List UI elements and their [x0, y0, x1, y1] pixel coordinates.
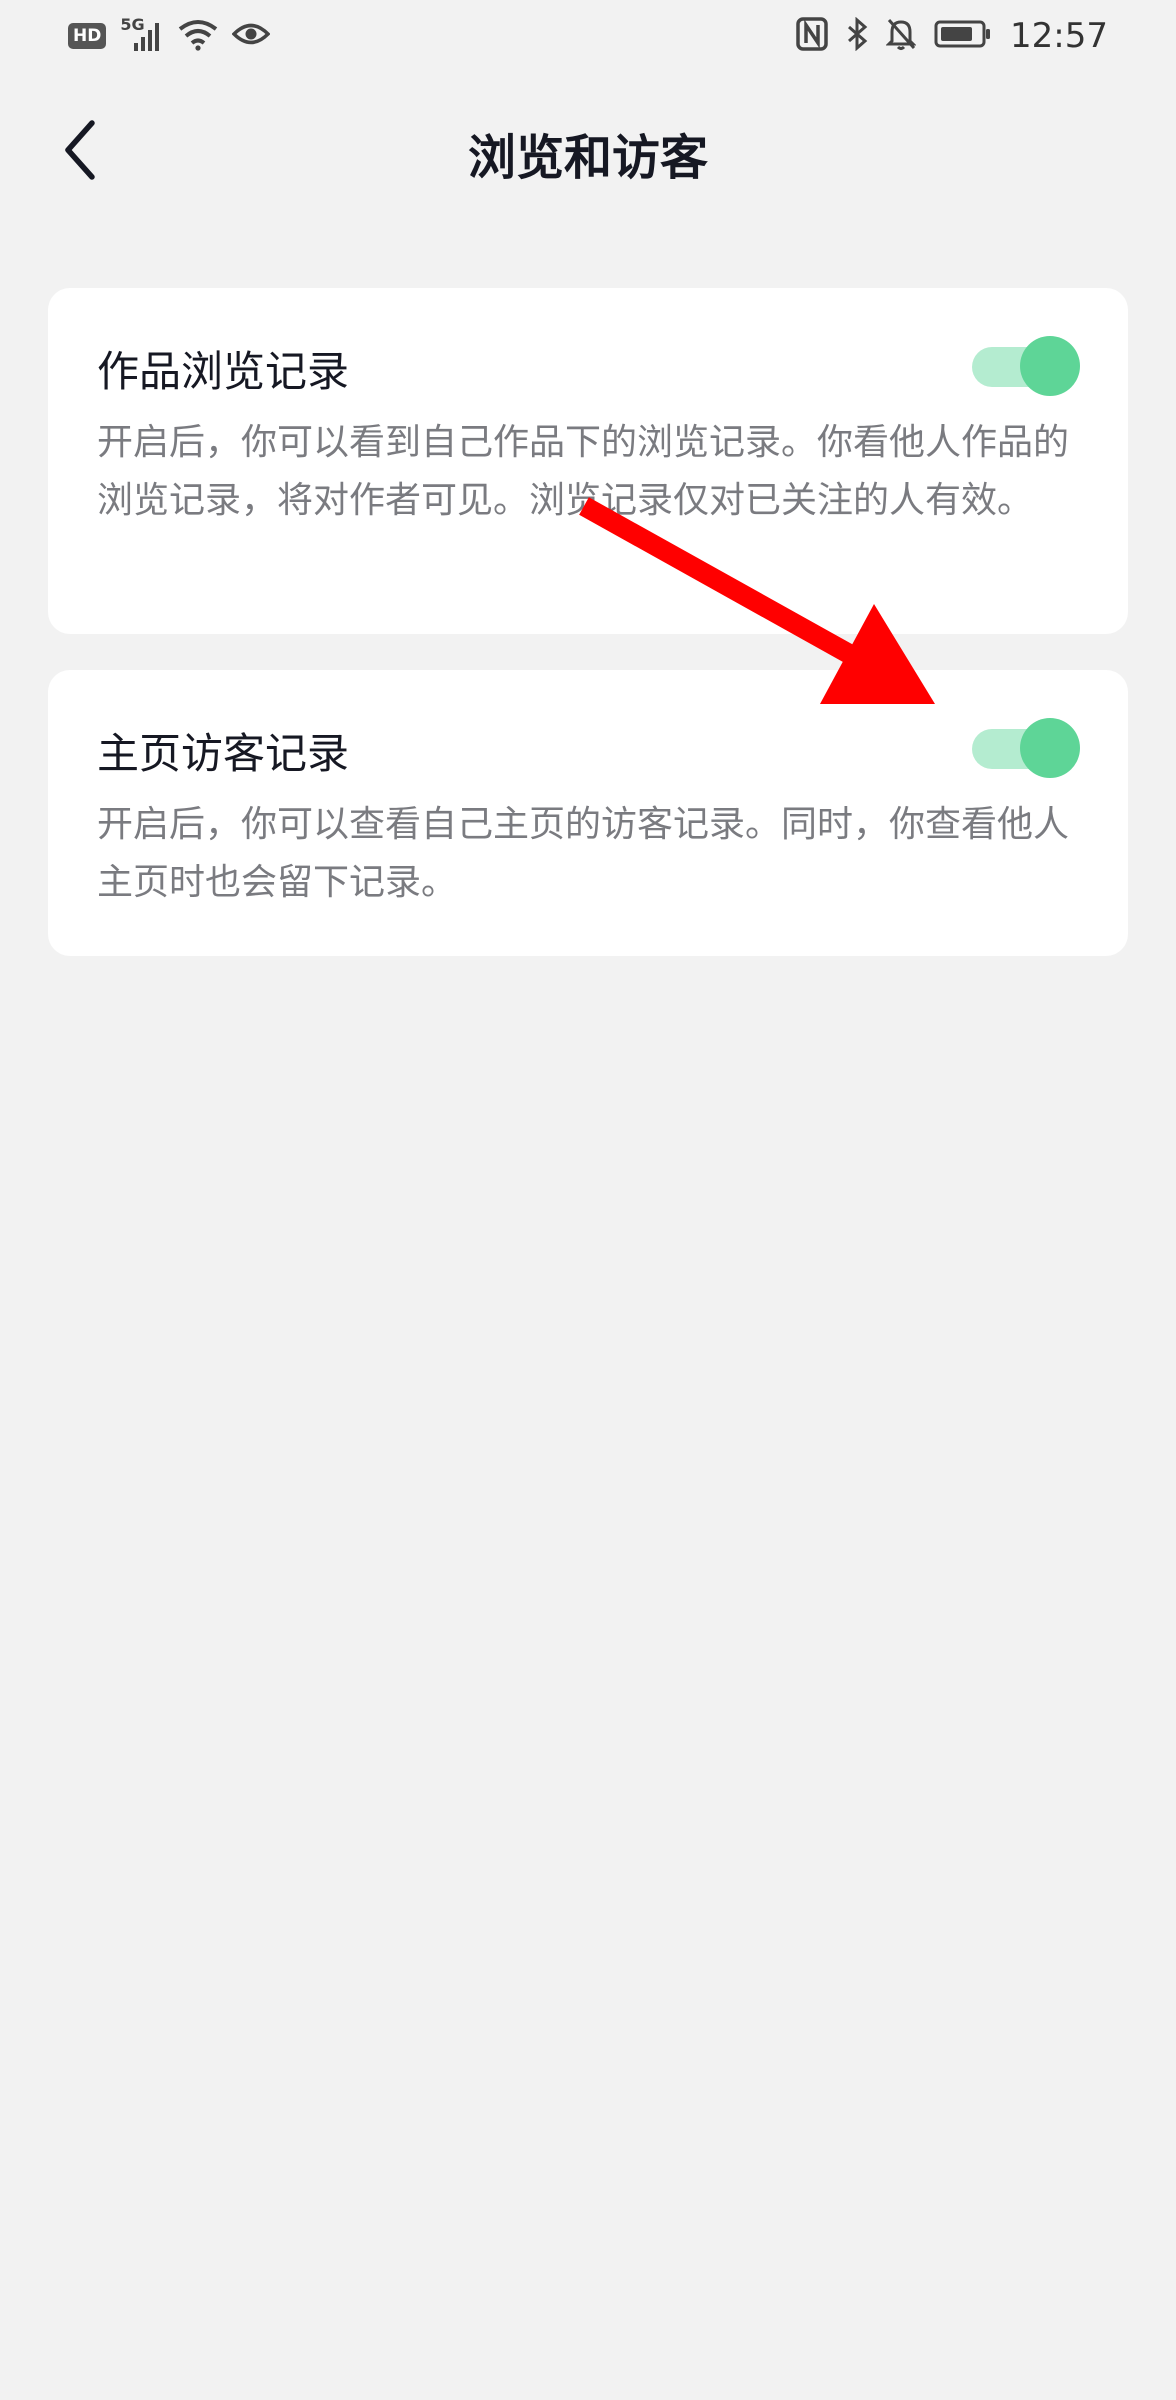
setting-card-work-views: 作品浏览记录 开启后，你可以看到自己作品下的浏览记录。你看他人作品的浏览记录，将… — [48, 288, 1128, 634]
page-header: 浏览和访客 — [0, 90, 1176, 210]
eye-icon — [231, 19, 271, 53]
status-bar: HD 5G 12:57 — [0, 0, 1176, 72]
setting-description: 开启后，你可以看到自己作品下的浏览记录。你看他人作品的浏览记录，将对作者可见。浏… — [97, 422, 1070, 521]
setting-description: 开启后，你可以查看自己主页的访客记录。同时，你查看他人主页时也会留下记录。 — [97, 804, 1070, 903]
status-right: 12:57 — [796, 14, 1108, 58]
setting-title: 作品浏览记录 — [97, 347, 350, 396]
status-time: 12:57 — [1010, 16, 1108, 56]
wifi-icon — [178, 17, 218, 55]
setting-card-profile-visitors: 主页访客记录 开启后，你可以查看自己主页的访客记录。同时，你查看他人主页时也会留… — [48, 670, 1128, 956]
status-left: HD 5G — [68, 14, 271, 58]
signal-icon: 5G — [120, 15, 164, 53]
profile-visitors-toggle[interactable] — [972, 718, 1080, 778]
setting-title: 主页访客记录 — [97, 729, 350, 778]
toggle-knob — [1020, 336, 1080, 396]
page-title: 浏览和访客 — [467, 130, 708, 186]
work-views-toggle[interactable] — [972, 336, 1080, 396]
mute-icon — [885, 17, 917, 55]
toggle-knob — [1020, 718, 1080, 778]
battery-icon — [934, 19, 992, 53]
nfc-icon — [796, 17, 828, 55]
bluetooth-icon — [846, 16, 868, 55]
hd-badge: HD — [68, 23, 107, 49]
